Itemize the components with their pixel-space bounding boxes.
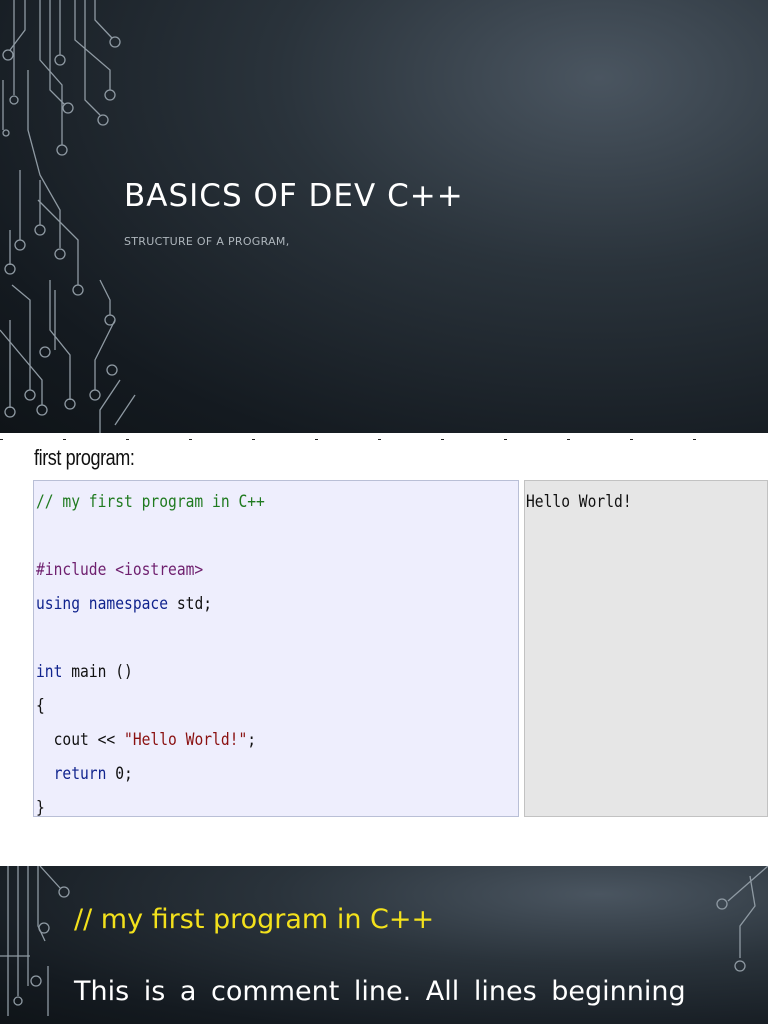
code-example-slide: first program: // my first program in C+… <box>0 433 768 866</box>
output-text: Hello World! <box>526 492 632 512</box>
code-line: int main () <box>36 662 133 682</box>
code-line: using namespace std; <box>36 594 213 614</box>
code-line: { <box>36 696 45 716</box>
intro-text: first program: <box>34 445 135 470</box>
code-line: } <box>36 798 45 818</box>
code-line: #include <iostream> <box>36 560 204 580</box>
code-line: // my first program in C++ <box>36 492 265 512</box>
code-panel: // my first program in C++ #include <ios… <box>33 480 519 818</box>
section-heading: // my first program in C++ <box>74 904 435 935</box>
slide-subtitle: STRUCTURE OF A PROGRAM, <box>124 235 290 248</box>
code-line: cout << "Hello World!"; <box>36 730 257 750</box>
output-panel: Hello World! <box>524 480 768 817</box>
circuit-decoration-left <box>0 0 136 433</box>
slide-title: BASICS OF DEV C++ <box>124 178 464 214</box>
title-slide: BASICS OF DEV C++ STRUCTURE OF A PROGRAM… <box>0 0 768 433</box>
code-line: return 0; <box>36 764 133 784</box>
cropped-text-line <box>0 433 768 440</box>
section-body-text: This is a comment line. All lines beginn… <box>74 976 686 1007</box>
